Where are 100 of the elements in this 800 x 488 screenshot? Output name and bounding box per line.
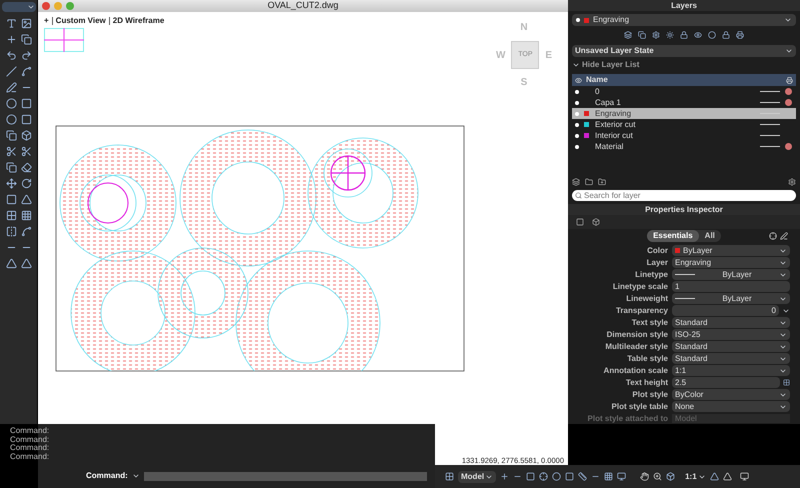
transparency-field[interactable]: 0 (672, 305, 779, 316)
cube-icon[interactable] (666, 472, 676, 481)
layer-tool-icon[interactable] (624, 31, 632, 39)
layer-tool-icon[interactable] (666, 31, 674, 39)
layer-row[interactable]: Interior cut (572, 130, 796, 141)
tool-icon[interactable] (6, 130, 16, 141)
zoom-icon[interactable] (653, 472, 662, 481)
layer-tool-icon[interactable] (708, 31, 716, 39)
line-sample (675, 274, 695, 275)
property-label: Color (646, 244, 668, 256)
tool-icon[interactable] (20, 258, 32, 269)
tab[interactable]: All (698, 230, 721, 242)
linetype-dropdown[interactable]: ByLayer (672, 293, 790, 304)
current-layer-dropdown[interactable]: Engraving (572, 14, 796, 26)
tool-icon[interactable] (20, 130, 32, 141)
property-dropdown[interactable]: None (672, 401, 790, 412)
layer-tool-icon[interactable] (638, 31, 646, 39)
layer-tool-icon[interactable] (694, 31, 702, 39)
visual-style[interactable]: 2D Wireframe (112, 15, 164, 27)
property-label: Plot style attached to (586, 412, 668, 424)
tool-icon[interactable] (6, 226, 16, 237)
property-dropdown[interactable]: ByColor (672, 389, 790, 400)
palette-dropdown[interactable] (2, 2, 36, 12)
layer-tool-icon[interactable] (736, 31, 744, 39)
3d-tab-icon[interactable] (592, 218, 600, 226)
status-toggle-icon[interactable] (539, 472, 548, 481)
new-layer-icon[interactable] (572, 178, 580, 186)
annotation-scale[interactable]: 1:1 (685, 470, 706, 482)
tool-icon[interactable] (6, 162, 16, 173)
tool-icon[interactable] (6, 34, 16, 45)
property-dropdown[interactable]: Standard (672, 317, 790, 328)
tool-icon[interactable] (6, 146, 16, 157)
tool-icon[interactable] (6, 82, 16, 93)
linetype-dropdown[interactable]: ByLayer (672, 269, 790, 280)
column-header[interactable]: Name (586, 74, 782, 86)
tab[interactable]: Essentials (647, 230, 699, 242)
property-dropdown[interactable]: 1:1 (672, 365, 790, 376)
folder-icon[interactable] (585, 178, 593, 186)
command-input[interactable] (144, 472, 427, 480)
property-input[interactable]: 2.5 (672, 377, 780, 388)
layer-row[interactable]: Material (572, 141, 796, 152)
tool-icon[interactable] (20, 162, 32, 173)
layer-tool-icon[interactable] (680, 31, 688, 39)
tool-icon[interactable] (6, 98, 16, 109)
layer-row[interactable]: 0 (572, 86, 796, 97)
layer-tool-icon[interactable] (722, 31, 730, 39)
tool-icon[interactable] (20, 18, 32, 29)
close-button[interactable] (42, 2, 50, 10)
property-dropdown[interactable]: Standard (672, 341, 790, 352)
pan-icon[interactable] (640, 472, 650, 481)
tool-icon[interactable] (20, 98, 32, 109)
property-dropdown[interactable]: Standard (672, 353, 790, 364)
pick-icon[interactable] (783, 379, 790, 386)
view-name[interactable]: Custom View (56, 15, 106, 27)
tool-icon[interactable] (6, 114, 16, 125)
quick-select-icon[interactable] (780, 232, 788, 240)
workspace-icon[interactable] (740, 472, 749, 481)
tool-icon[interactable] (6, 210, 16, 221)
layer-tool-icon[interactable] (652, 31, 660, 39)
tool-icon[interactable] (20, 50, 32, 61)
property-dropdown[interactable]: Engraving (672, 257, 790, 268)
grid-icon[interactable] (445, 472, 454, 481)
window-title: OVAL_CUT2.dwg (268, 0, 338, 12)
tool-icon[interactable] (6, 50, 16, 61)
tool-icon[interactable] (20, 146, 32, 157)
layer-state-dropdown[interactable]: Unsaved Layer State (572, 45, 796, 57)
tool-icon[interactable] (6, 258, 16, 269)
layer-name: Engraving (595, 108, 632, 120)
essentials-tab-icon[interactable] (576, 218, 584, 226)
command-history-line: Command: (10, 436, 50, 444)
model-dropdown[interactable]: Model (458, 470, 496, 482)
status-toggle-icon[interactable] (604, 472, 614, 481)
tool-icon[interactable] (6, 178, 16, 189)
tool-icon[interactable] (20, 194, 32, 205)
viewport-menu[interactable]: + (44, 15, 49, 27)
tool-icon[interactable] (6, 18, 16, 29)
status-toggle-icon[interactable] (578, 472, 588, 481)
tool-icon[interactable] (6, 194, 16, 205)
layer-row[interactable]: Engraving (572, 108, 796, 119)
property-label: Transparency (614, 304, 668, 316)
tool-icon[interactable] (20, 66, 32, 77)
settings-icon[interactable] (788, 178, 796, 186)
lineweight-line (760, 146, 780, 147)
tool-icon[interactable] (20, 34, 32, 45)
select-icon[interactable] (769, 232, 777, 240)
tool-icon[interactable] (6, 66, 16, 77)
color-dropdown[interactable]: ByLayer (672, 245, 790, 256)
tool-icon[interactable] (20, 226, 32, 237)
tool-icon[interactable] (20, 114, 32, 125)
tool-icon[interactable] (20, 210, 32, 221)
property-input[interactable]: 1 (672, 281, 790, 292)
search-field[interactable]: Search for layer (572, 190, 796, 201)
property-dropdown[interactable]: ISO-25 (672, 329, 790, 340)
status-toggle-icon[interactable] (500, 472, 510, 481)
status-toggle-icon[interactable] (617, 472, 626, 481)
tool-icon[interactable] (20, 178, 32, 189)
layer-row[interactable]: Capa 1 (572, 97, 796, 108)
hide-layer-list-toggle[interactable]: Hide Layer List (572, 60, 796, 70)
new-group-icon[interactable] (598, 178, 606, 186)
layer-row[interactable]: Exterior cut (572, 119, 796, 130)
